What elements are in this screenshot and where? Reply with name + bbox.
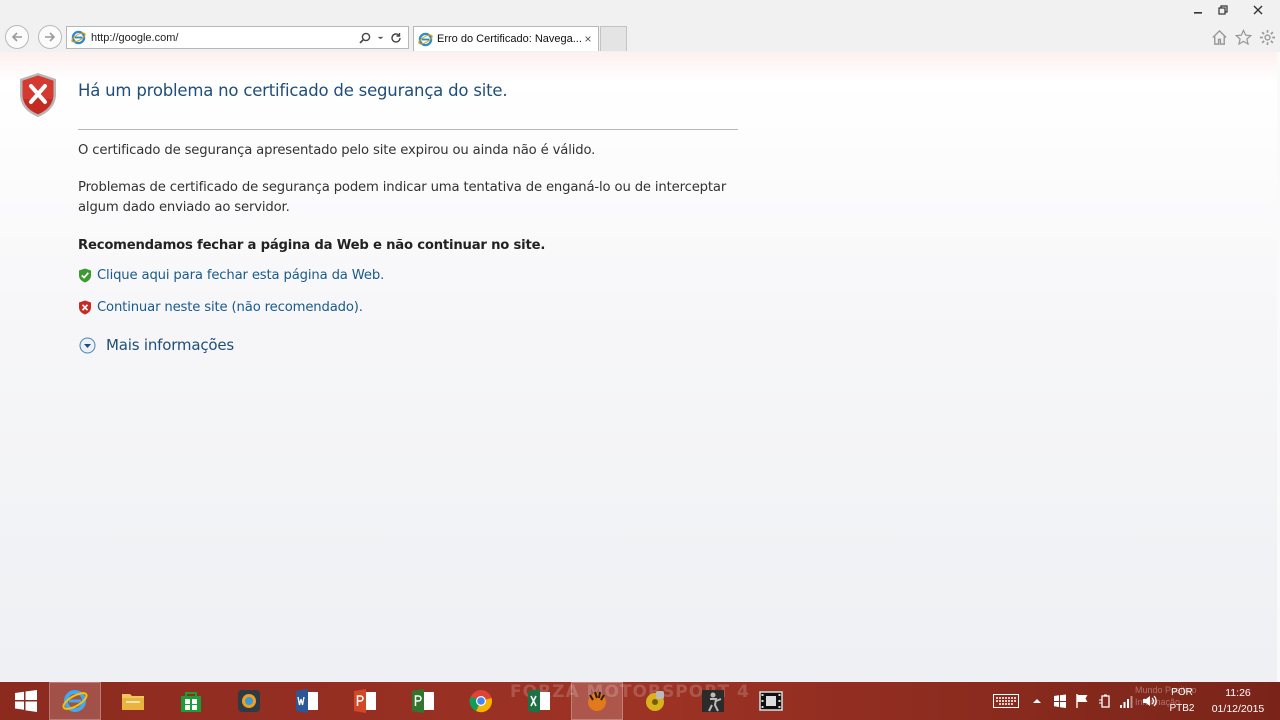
more-info-toggle[interactable]: Mais informações: [79, 336, 234, 354]
game-glove-icon: [588, 691, 606, 711]
minimize-icon: [1194, 12, 1202, 14]
page-title: Há um problema no certificado de seguran…: [78, 81, 508, 100]
folder-icon: [122, 694, 144, 710]
tray-action-center[interactable]: [1073, 682, 1091, 720]
taskbar-word[interactable]: [281, 682, 333, 720]
language-indicator[interactable]: POR PTB2: [1163, 685, 1201, 717]
taskbar-file-explorer[interactable]: [107, 682, 159, 720]
close-window-button[interactable]: [1236, 0, 1280, 20]
gear-icon: [1259, 29, 1275, 45]
expand-down-icon: [79, 337, 96, 353]
windows-logo-icon: [15, 690, 37, 712]
certificate-error-page: Há um problema no certificado de seguran…: [0, 52, 1280, 682]
film-icon: [759, 691, 783, 711]
keyboard-icon: [993, 694, 1019, 708]
clock-date: 01/12/2015: [1211, 703, 1265, 715]
ie-icon: [71, 30, 86, 45]
shield-x-icon: [79, 300, 91, 315]
restore-button[interactable]: [1211, 0, 1235, 20]
home-button[interactable]: [1209, 27, 1229, 47]
taskbar-media[interactable]: [629, 682, 681, 720]
touch-keyboard-button[interactable]: [990, 682, 1022, 720]
home-icon: [1211, 29, 1227, 45]
expired-message: O certificado de segurança apresentado p…: [78, 143, 596, 158]
restore-icon: [1218, 5, 1228, 15]
arrow-right-icon: [45, 32, 56, 42]
refresh-icon[interactable]: [390, 32, 402, 44]
word-icon: [296, 689, 318, 713]
windows-small-icon: [1054, 694, 1066, 708]
forward-button[interactable]: [38, 25, 62, 49]
close-icon: [1253, 5, 1263, 15]
chevron-up-icon: [1033, 699, 1041, 703]
chevron-down-icon[interactable]: [377, 32, 384, 44]
store-bag-icon: [181, 692, 201, 712]
soldier-icon: [702, 690, 724, 712]
arrow-left-icon: [11, 32, 22, 42]
battery-plug-icon: [1099, 694, 1110, 708]
taskbar-game[interactable]: [571, 682, 623, 720]
language-code: POR: [1171, 687, 1193, 698]
taskbar-internet-explorer[interactable]: [49, 682, 101, 720]
taskbar-counter-strike[interactable]: [687, 682, 739, 720]
tools-button[interactable]: [1257, 27, 1277, 47]
continue-site-link-text[interactable]: Continuar neste site (não recomendado).: [97, 300, 363, 315]
taskbar-store[interactable]: [165, 682, 217, 720]
media-disc-icon: [646, 691, 664, 711]
star-icon: [1234, 28, 1252, 45]
risk-message: Problemas de certificado de segurança po…: [78, 178, 738, 217]
back-button[interactable]: [5, 25, 29, 49]
keyboard-layout: PTB2: [1169, 703, 1195, 714]
address-text: http://google.com/: [91, 31, 179, 44]
risk-message-line-2: algum dado enviado ao servidor.: [78, 199, 290, 215]
taskbar-browser-app[interactable]: [223, 682, 275, 720]
tab-close-button[interactable]: ×: [581, 32, 595, 46]
powerpoint-icon: [354, 689, 376, 713]
excel-icon: [528, 689, 550, 713]
clock-time: 11:26: [1225, 687, 1251, 699]
tab-certificate-error[interactable]: Erro do Certificado: Navega... ×: [413, 26, 599, 51]
taskbar-excel[interactable]: [513, 682, 565, 720]
browser-globe-icon: [238, 690, 260, 712]
show-hidden-icons-button[interactable]: [1029, 682, 1045, 720]
taskbar: FORZA MOTORSPORT 4 Mundo Positivo Inform…: [0, 682, 1280, 720]
taskbar-video[interactable]: [745, 682, 797, 720]
continue-site-link[interactable]: Continuar neste site (não recomendado).: [78, 300, 363, 315]
taskbar-chrome[interactable]: [455, 682, 507, 720]
shield-check-icon: [79, 268, 91, 283]
tab-title: Erro do Certificado: Navega...: [437, 33, 581, 45]
internet-explorer-icon: [62, 690, 88, 712]
close-page-link[interactable]: Clique aqui para fechar esta página da W…: [78, 268, 384, 283]
minimize-button[interactable]: [1186, 0, 1210, 20]
ie-icon: [418, 32, 433, 46]
tray-power[interactable]: [1096, 682, 1114, 720]
close-page-link-text[interactable]: Clique aqui para fechar esta página da W…: [97, 268, 384, 283]
recommendation-text: Recomendamos fechar a página da Web e nã…: [78, 238, 546, 253]
taskbar-project[interactable]: [397, 682, 449, 720]
risk-message-line-1: Problemas de certificado de segurança po…: [78, 180, 727, 195]
new-tab-button[interactable]: [600, 26, 627, 51]
chrome-icon: [469, 690, 492, 713]
divider: [78, 129, 738, 130]
tray-windows[interactable]: [1051, 682, 1069, 720]
signal-bars-icon: [1120, 696, 1133, 708]
more-info-text: Mais informações: [106, 336, 234, 354]
clock[interactable]: 11:26 01/12/2015: [1202, 685, 1274, 717]
taskbar-powerpoint[interactable]: [339, 682, 391, 720]
browser-chrome: http://google.com/ Erro do Certificado: …: [0, 0, 1280, 52]
address-bar[interactable]: http://google.com/: [66, 26, 409, 49]
tray-network[interactable]: [1118, 682, 1136, 720]
start-button[interactable]: [0, 682, 52, 720]
favorites-button[interactable]: [1233, 27, 1253, 47]
search-icon[interactable]: [359, 32, 371, 44]
project-icon: [412, 689, 434, 713]
flag-icon: [1076, 694, 1088, 708]
shield-error-icon: [20, 73, 56, 117]
